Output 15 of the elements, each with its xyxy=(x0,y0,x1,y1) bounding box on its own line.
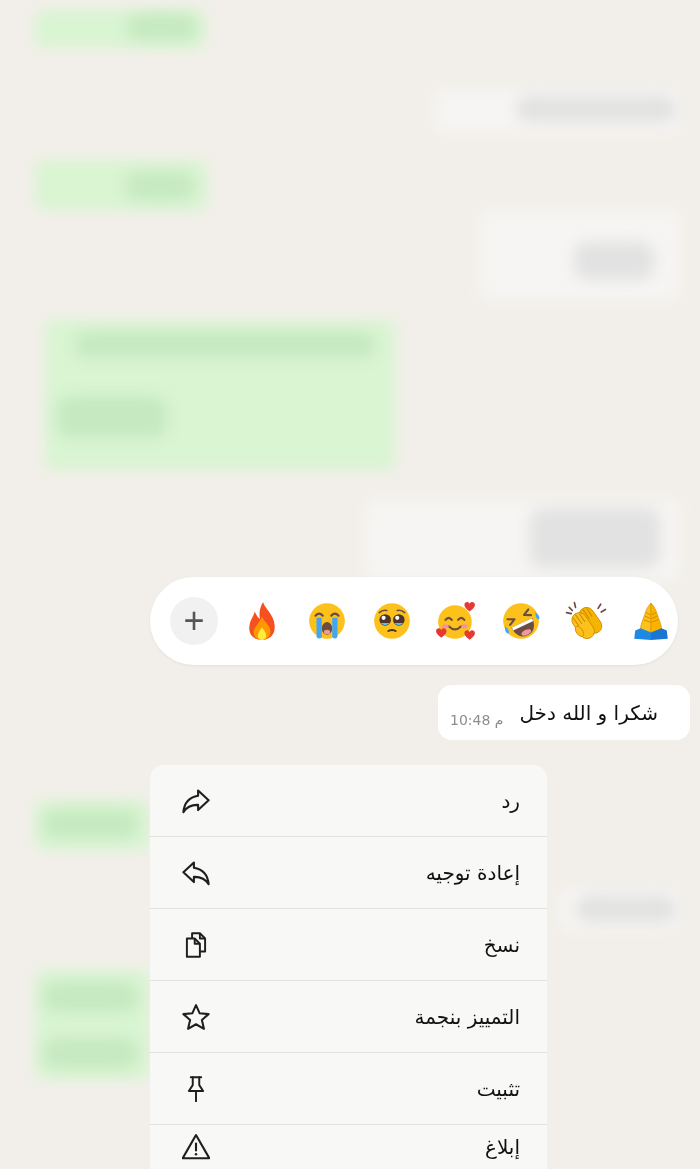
menu-item[interactable]: التمييز بنجمة xyxy=(150,981,547,1053)
menu-item[interactable]: إبلاغ xyxy=(150,1125,547,1169)
menu-item[interactable]: تثبيت xyxy=(150,1053,547,1125)
curved-arrow-right-icon xyxy=(182,787,210,814)
clapping-hands-icon[interactable] xyxy=(565,600,608,642)
menu-item[interactable]: نسخ xyxy=(150,909,547,981)
smiling-face-hearts-icon[interactable] xyxy=(435,600,478,642)
menu-item[interactable]: رد xyxy=(150,765,547,837)
menu-item[interactable]: إعادة توجيه xyxy=(150,837,547,909)
curved-arrow-left-icon xyxy=(182,859,210,886)
star-icon xyxy=(182,1003,210,1030)
add-reaction-button[interactable]: + xyxy=(170,597,219,645)
message-text: شكرا و الله دخل xyxy=(519,700,658,725)
warning-icon xyxy=(182,1134,210,1160)
message-time: 10:48 م xyxy=(450,711,504,728)
